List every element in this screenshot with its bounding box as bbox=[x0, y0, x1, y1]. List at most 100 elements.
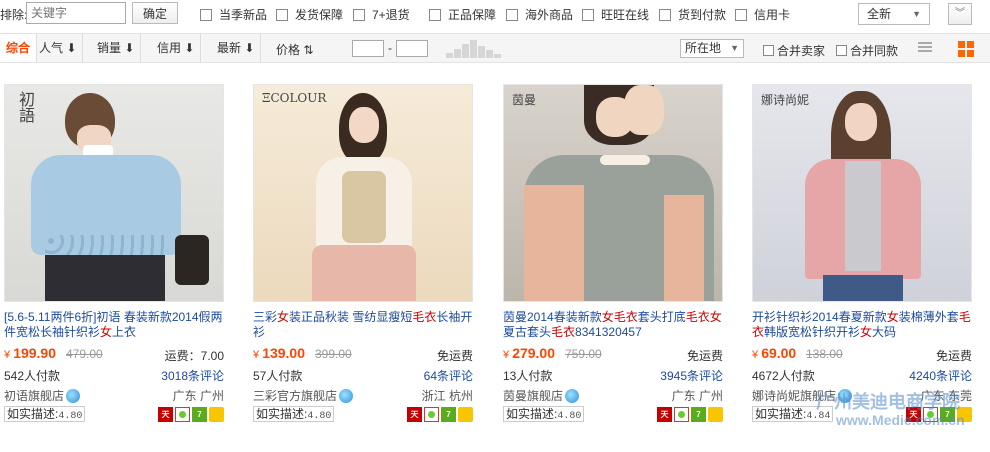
paid-count: 13人付款 bbox=[503, 369, 553, 383]
product-title-link[interactable]: [5.6-5.11两件6折]初语 春装新款2014假两件宽松长袖针织衫女上衣 bbox=[4, 310, 224, 340]
filter-checkbox-cod[interactable]: 货到付款 bbox=[659, 6, 726, 23]
reviews-link[interactable]: 4240条评论 bbox=[909, 367, 972, 384]
sort-bar: 综合 人气 ⬇ 销量 ⬇ 信用 ⬇ 最新 ⬇ 价格 ⇅ - 所在地 ▼ 合并卖家… bbox=[0, 33, 990, 63]
checkbox-icon[interactable] bbox=[735, 8, 747, 21]
filter-checkbox-online[interactable]: 旺旺在线 bbox=[582, 6, 649, 23]
confirm-button[interactable]: 确定 bbox=[132, 2, 178, 24]
consumer-protection-icon[interactable] bbox=[424, 407, 439, 422]
checkbox-icon[interactable] bbox=[506, 8, 518, 21]
brand-logo: 茵曼 bbox=[512, 93, 537, 107]
checkbox-icon[interactable] bbox=[276, 8, 288, 21]
price-max-input[interactable] bbox=[396, 40, 428, 57]
product-image-art bbox=[504, 85, 722, 301]
sort-credit[interactable]: 信用 ⬇ bbox=[151, 34, 202, 62]
reviews-link[interactable]: 3945条评论 bbox=[660, 367, 723, 384]
merge-seller-checkbox[interactable]: 合并卖家 bbox=[763, 42, 825, 59]
price-min-input[interactable] bbox=[352, 40, 384, 57]
shipping-fee: 免运费 bbox=[436, 349, 473, 363]
consumer-protection-icon[interactable] bbox=[175, 407, 190, 422]
product-card[interactable]: ΞCOLOUR 三彩女装正品秋装 雪纺显瘦短毛衣长袖开衫 ¥ 139.00 39… bbox=[253, 84, 473, 434]
filter-checkbox-genuine[interactable]: 正品保障 bbox=[429, 6, 496, 23]
checkbox-icon[interactable] bbox=[353, 8, 365, 21]
paid-count: 57人付款 bbox=[253, 369, 303, 383]
tmall-icon[interactable]: 天猫 bbox=[657, 407, 672, 434]
shop-location: 广东 广州 bbox=[172, 389, 224, 403]
double-chevron-down-icon: ︾ bbox=[955, 8, 965, 19]
product-card[interactable]: 娜诗尚妮 开衫针织衫2014春夏新款女装棉薄外套毛衣韩版宽松针织开衫女大码 ¥ … bbox=[752, 84, 972, 434]
service-badges: 天猫 7 bbox=[407, 407, 473, 434]
product-image[interactable]: 初語 bbox=[4, 84, 224, 302]
shop-name[interactable]: 三彩官方旗舰店 bbox=[253, 387, 354, 404]
arrow-down-icon: ⬇ bbox=[244, 41, 255, 55]
product-title-link[interactable]: 茵曼2014春装新款女毛衣套头打底毛衣女夏古套头毛衣8341320457 bbox=[503, 310, 723, 340]
wangwang-chat-icon[interactable] bbox=[66, 388, 81, 403]
list-view-icon[interactable] bbox=[918, 42, 932, 54]
sort-sales[interactable]: 销量 ⬇ bbox=[91, 34, 142, 62]
condition-select[interactable]: 全新 ▼ bbox=[858, 3, 930, 25]
price-histogram-icon[interactable] bbox=[446, 40, 502, 58]
shop-name[interactable]: 初语旗舰店 bbox=[4, 387, 81, 404]
sort-popularity[interactable]: 人气 ⬇ bbox=[33, 34, 84, 62]
tmall-icon[interactable]: 天猫 bbox=[407, 407, 422, 434]
filter-checkbox-delivery[interactable]: 发货保障 bbox=[276, 6, 343, 23]
product-card[interactable]: 茵曼 茵曼2014春装新款女毛衣套头打底毛衣女夏古套头毛衣8341320457 … bbox=[503, 84, 723, 434]
product-image[interactable]: ΞCOLOUR bbox=[253, 84, 473, 302]
shipping-fee: 运费：7.00 bbox=[164, 349, 224, 363]
location-select[interactable]: 所在地 ▼ bbox=[680, 39, 744, 58]
seven-day-return-icon[interactable]: 7 bbox=[192, 407, 207, 422]
brand-logo: 初語 bbox=[16, 91, 35, 123]
arrow-down-icon: ⬇ bbox=[124, 41, 135, 55]
reviews-link[interactable]: 64条评论 bbox=[424, 367, 473, 384]
filter-checkbox-credit-card[interactable]: 信用卡 bbox=[735, 6, 790, 23]
checkbox-icon[interactable] bbox=[659, 8, 671, 21]
expand-filters-button[interactable]: ︾ bbox=[948, 3, 972, 25]
sort-newest[interactable]: 最新 ⬇ bbox=[211, 34, 262, 62]
service-badges: 天猫 7 bbox=[657, 407, 723, 434]
service-badges: 天猫 7 bbox=[158, 407, 224, 434]
filter-checkbox-new-season[interactable]: 当季新品 bbox=[200, 6, 267, 23]
grid-view-icon[interactable] bbox=[958, 41, 974, 57]
consumer-protection-icon[interactable] bbox=[674, 407, 689, 422]
product-image[interactable]: 茵曼 bbox=[503, 84, 723, 302]
credit-card-icon[interactable] bbox=[708, 407, 723, 422]
product-image-art bbox=[254, 85, 472, 301]
product-price: ¥ 279.00 bbox=[503, 345, 556, 361]
chevron-down-icon: ▼ bbox=[730, 43, 739, 53]
exclude-label: 排除: bbox=[0, 8, 28, 22]
description-rating: 如实描述:4.80 bbox=[4, 406, 86, 422]
filter-row: 排除: 确定 当季新品 发货保障 7+退货 正品保障 海外商品 旺旺在线 货到付… bbox=[0, 0, 990, 28]
tmall-icon[interactable]: 天猫 bbox=[158, 407, 173, 434]
filter-checkbox-overseas[interactable]: 海外商品 bbox=[506, 6, 573, 23]
brand-logo: 娜诗尚妮 bbox=[761, 93, 810, 107]
checkbox-icon[interactable] bbox=[429, 8, 441, 21]
reviews-link[interactable]: 3018条评论 bbox=[161, 367, 224, 384]
checkbox-icon[interactable] bbox=[582, 8, 594, 21]
wangwang-chat-icon[interactable] bbox=[339, 388, 354, 403]
shipping-fee: 免运费 bbox=[686, 349, 723, 363]
shop-name[interactable]: 茵曼旗舰店 bbox=[503, 387, 580, 404]
seven-day-return-icon[interactable]: 7 bbox=[441, 407, 456, 422]
shop-location: 浙江 杭州 bbox=[421, 389, 473, 403]
sort-default[interactable]: 综合 bbox=[0, 34, 38, 62]
watermark-url: www.Medie.com.cn bbox=[836, 412, 965, 428]
wangwang-chat-icon[interactable] bbox=[565, 388, 580, 403]
checkbox-icon[interactable] bbox=[836, 45, 847, 56]
product-price: ¥ 139.00 bbox=[253, 345, 306, 361]
merge-same-checkbox[interactable]: 合并同款 bbox=[836, 42, 898, 59]
product-original-price: 399.00 bbox=[315, 347, 352, 361]
price-range-dash: - bbox=[388, 41, 392, 55]
seven-day-return-icon[interactable]: 7 bbox=[691, 407, 706, 422]
credit-card-icon[interactable] bbox=[209, 407, 224, 422]
product-original-price: 138.00 bbox=[806, 347, 843, 361]
sort-price[interactable]: 价格 ⇅ bbox=[276, 41, 313, 58]
checkbox-icon[interactable] bbox=[763, 45, 774, 56]
product-card[interactable]: 初語 [5.6-5.11两件6折]初语 春装新款2014假两件宽松长袖针织衫女上… bbox=[4, 84, 224, 434]
exclude-keyword-input[interactable] bbox=[26, 2, 126, 24]
product-title-link[interactable]: 三彩女装正品秋装 雪纺显瘦短毛衣长袖开衫 bbox=[253, 310, 473, 340]
checkbox-icon[interactable] bbox=[200, 8, 212, 21]
credit-card-icon[interactable] bbox=[458, 407, 473, 422]
filter-checkbox-return[interactable]: 7+退货 bbox=[353, 6, 410, 23]
product-image[interactable]: 娜诗尚妮 bbox=[752, 84, 972, 302]
arrow-down-icon: ⬇ bbox=[66, 41, 77, 55]
product-title-link[interactable]: 开衫针织衫2014春夏新款女装棉薄外套毛衣韩版宽松针织开衫女大码 bbox=[752, 310, 972, 340]
